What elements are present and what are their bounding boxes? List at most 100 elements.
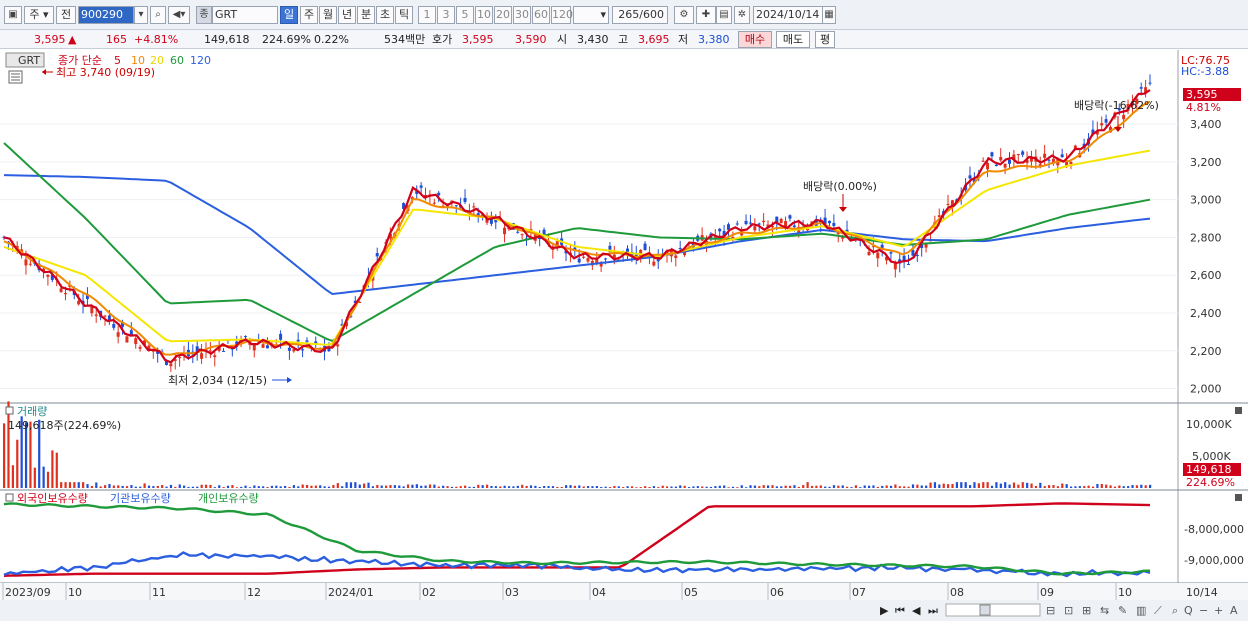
volume-bar (753, 485, 757, 488)
volume-bar (1052, 485, 1055, 488)
compare-icon[interactable]: ⇆ (1100, 604, 1109, 617)
layout-icon[interactable]: ▥ (1136, 604, 1146, 617)
bar-count-field[interactable]: 265/600 (612, 6, 668, 24)
history-icon[interactable]: ◀▾ (168, 6, 190, 24)
tool-icon[interactable]: ✎ (1118, 604, 1127, 617)
market-select-label: 주 (29, 8, 40, 21)
sell-button[interactable]: 매도 (776, 31, 810, 48)
interval-1[interactable]: 1 (418, 6, 436, 24)
volume-bar (459, 486, 462, 488)
volume-bar (714, 486, 717, 488)
tab-tick[interactable]: 틱 (395, 6, 413, 24)
prev-next-toggle[interactable]: 전 (56, 6, 76, 24)
volume-bar (674, 486, 677, 488)
interval-5-label: 5 (461, 8, 469, 21)
save-icon[interactable]: ▤ (716, 6, 732, 24)
ex-dividend-note-2: 배당락(-16.62%) (1074, 99, 1159, 112)
volume-bar (630, 486, 634, 488)
legend-institution[interactable]: 기관보유수량 (110, 492, 171, 505)
candle-body (674, 255, 678, 259)
calendar-icon[interactable]: ▦ (822, 6, 836, 24)
x-axis-label: 08 (950, 586, 964, 599)
price-y-tick: 3,400 (1190, 118, 1222, 131)
volume-bar (867, 485, 871, 488)
chart-canvas[interactable]: 2023/09 10 11 12 2024/01 02 03 04 05 06 07 08 09 10 10… (0, 50, 1248, 621)
market-select[interactable]: 주 ▾ (24, 6, 54, 24)
legend-individual[interactable]: 개인보유수량 (198, 492, 259, 505)
ma-120-label[interactable]: 120 (190, 54, 211, 67)
minus-icon[interactable]: − (1199, 604, 1208, 617)
interval-3[interactable]: 3 (437, 6, 455, 24)
stock-code-input[interactable]: 900290 (78, 6, 134, 24)
candle-body (243, 336, 247, 338)
zoom-out-icon[interactable]: ⊟ (1046, 604, 1055, 617)
font-size-icon[interactable]: A (1230, 604, 1238, 617)
scroll-left-icon[interactable]: ◀ (912, 604, 921, 617)
volume-bar (947, 484, 950, 488)
zoom-in-icon[interactable]: Q (1184, 604, 1193, 617)
x-axis-label: 09 (1040, 586, 1054, 599)
high-label: 고 (618, 33, 629, 46)
holding-panel-icon[interactable] (5, 493, 14, 502)
crosshair-icon[interactable]: ✚ (696, 6, 716, 24)
stock-name-field[interactable]: GRT (212, 6, 278, 24)
candle-body (138, 346, 142, 349)
plus-icon[interactable]: + (1214, 604, 1223, 617)
scroll-thumb[interactable] (979, 604, 991, 616)
hc-label: HC:-3.88 (1181, 65, 1229, 78)
candle-body (134, 338, 138, 345)
interval-custom-select[interactable]: ▾ (573, 6, 609, 24)
interval-60[interactable]: 60 (532, 6, 550, 24)
magnify-icon[interactable]: ⌕ (1172, 604, 1178, 617)
tab-minute[interactable]: 분 (357, 6, 375, 24)
volume-bar (121, 485, 124, 488)
date-value: 2024/10/14 (756, 8, 820, 21)
stock-type-tag: 종 (196, 6, 212, 24)
date-field[interactable]: 2024/10/14 (753, 6, 823, 24)
ma-60-label[interactable]: 60 (170, 54, 184, 67)
gear-icon[interactable]: ✲ (734, 6, 750, 24)
volume-bar (367, 482, 370, 488)
x-axis-label: 07 (852, 586, 866, 599)
draw-icon[interactable]: ⟋ (1154, 604, 1162, 617)
tab-year[interactable]: 년 (338, 6, 356, 24)
volume-panel-close-icon[interactable] (1235, 407, 1242, 414)
volume-bar (262, 486, 265, 488)
volume-bar (349, 482, 353, 488)
interval-20[interactable]: 20 (494, 6, 512, 24)
settings-grid-icon[interactable]: ⚙ (674, 6, 694, 24)
volume-bar (780, 486, 783, 488)
indicator-icon[interactable]: ⊞ (1082, 604, 1091, 617)
scroll-first-icon[interactable]: ⏮ (895, 604, 905, 617)
volume-bar (60, 482, 63, 488)
code-dropdown-icon[interactable]: ▾ (134, 6, 148, 24)
candle-body (889, 252, 893, 254)
tab-second[interactable]: 초 (376, 6, 394, 24)
interval-10[interactable]: 10 (475, 6, 493, 24)
scroll-track[interactable] (945, 603, 1041, 617)
candle-body (90, 306, 94, 314)
eval-button[interactable]: 평 (815, 31, 835, 48)
volume-panel-icon[interactable] (5, 406, 14, 415)
tab-day[interactable]: 일 (280, 6, 298, 24)
candle-body (516, 231, 520, 233)
scroll-right-icon[interactable]: ▶ (880, 604, 889, 617)
volume-bar (529, 485, 533, 488)
legend-foreign[interactable]: 외국인보유수량 (17, 492, 88, 505)
zoom-fit-icon[interactable]: ⊡ (1064, 604, 1073, 617)
tab-week[interactable]: 주 (300, 6, 318, 24)
interval-5[interactable]: 5 (456, 6, 474, 24)
holding-panel-close-icon[interactable] (1235, 494, 1242, 501)
scroll-last-icon[interactable]: ⏭ (928, 604, 938, 617)
interval-120[interactable]: 120 (551, 6, 573, 24)
interval-30[interactable]: 30 (513, 6, 531, 24)
buy-button[interactable]: 매수 (738, 31, 772, 48)
tab-month[interactable]: 월 (319, 6, 337, 24)
window-menu-icon[interactable]: ▣ (4, 6, 22, 24)
volume-bar (341, 486, 344, 488)
volume-bar (226, 485, 230, 488)
volume-bar (288, 486, 291, 488)
volume-bar (402, 486, 405, 488)
candle-body (990, 152, 994, 157)
search-icon[interactable]: ⌕ (150, 6, 166, 24)
